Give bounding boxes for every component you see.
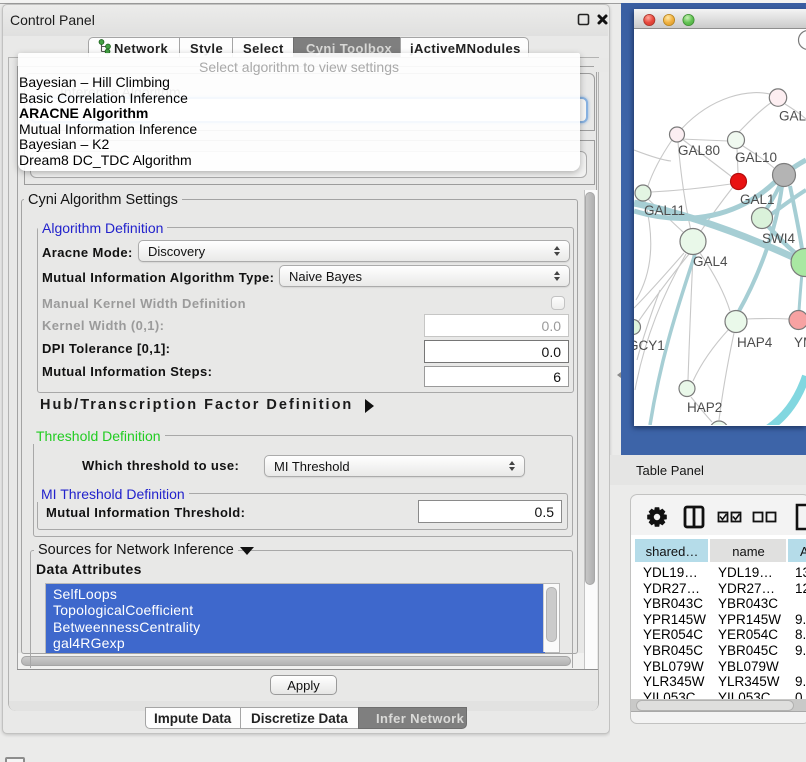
- svg-text:GAL1: GAL1: [740, 192, 775, 207]
- svg-text:GAL10: GAL10: [735, 150, 777, 165]
- svg-text:GAL4: GAL4: [693, 254, 728, 269]
- svg-text:GCY1: GCY1: [634, 338, 665, 353]
- svg-text:GAL: GAL: [779, 109, 806, 124]
- svg-text:HAP2: HAP2: [687, 400, 722, 415]
- svg-text:GAL80: GAL80: [678, 143, 720, 158]
- svg-text:YM: YM: [794, 335, 806, 350]
- svg-text:HAP4: HAP4: [737, 335, 773, 350]
- svg-text:SWI4: SWI4: [762, 231, 795, 246]
- svg-text:GAL11: GAL11: [644, 203, 685, 218]
